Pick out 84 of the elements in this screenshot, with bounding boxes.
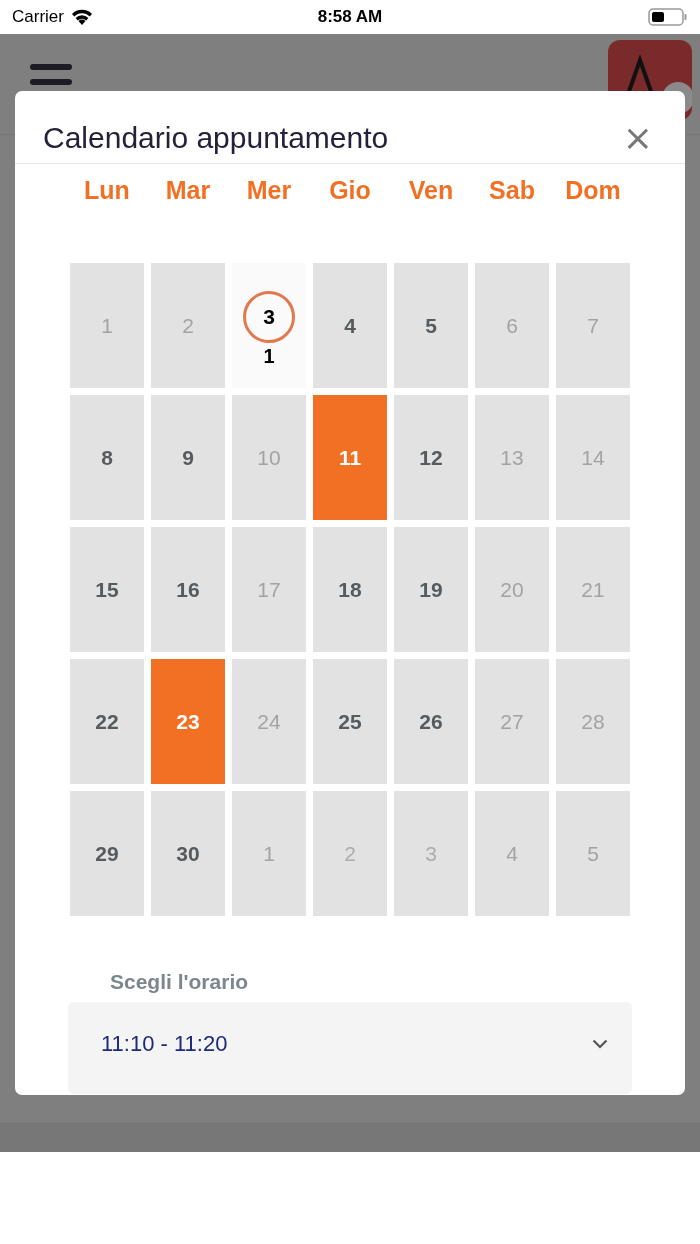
- day-number: 9: [182, 445, 194, 470]
- day-cell[interactable]: 30: [151, 791, 225, 916]
- day-number: 11: [338, 445, 362, 470]
- day-cell[interactable]: 25: [313, 659, 387, 784]
- day-number: 4: [344, 313, 356, 338]
- day-cell[interactable]: 13: [475, 395, 549, 520]
- day-number: 12: [419, 445, 443, 470]
- weekday-label: Lun: [83, 176, 131, 205]
- weekday-label: Sab: [488, 176, 536, 205]
- day-cell[interactable]: 7: [556, 263, 630, 388]
- day-cell[interactable]: 17: [232, 527, 306, 652]
- status-time: 8:58 AM: [316, 7, 384, 27]
- day-cell[interactable]: 14: [556, 395, 630, 520]
- day-cell[interactable]: 8: [70, 395, 144, 520]
- day-number: 2: [182, 313, 194, 338]
- day-number: 8: [101, 445, 113, 470]
- day-cell[interactable]: 12: [394, 395, 468, 520]
- day-cell[interactable]: 27: [475, 659, 549, 784]
- day-number: 22: [95, 709, 119, 734]
- day-cell[interactable]: 16: [151, 527, 225, 652]
- weekday-label: Mer: [245, 176, 293, 205]
- day-number: 27: [500, 709, 524, 734]
- day-cell[interactable]: 28: [556, 659, 630, 784]
- day-number: 10: [257, 445, 281, 470]
- day-number: 29: [95, 841, 119, 866]
- day-number: 28: [581, 709, 605, 734]
- carrier-label: Carrier: [12, 7, 64, 27]
- day-number: 25: [338, 709, 362, 734]
- day-number: 20: [500, 577, 524, 602]
- weekday-label: Dom: [564, 176, 622, 205]
- day-cell[interactable]: 3 1: [232, 263, 306, 388]
- day-cell[interactable]: 11: [313, 395, 387, 520]
- day-number: 7: [587, 313, 599, 338]
- day-cell[interactable]: 5: [556, 791, 630, 916]
- weekday-label: Mar: [164, 176, 212, 205]
- time-label: Scegli l'orario: [110, 970, 250, 994]
- day-cell[interactable]: 5: [394, 263, 468, 388]
- weekday-label: Ven: [407, 176, 455, 205]
- day-number: 1: [101, 313, 113, 338]
- day-cell[interactable]: 2: [151, 263, 225, 388]
- day-number: 17: [257, 577, 281, 602]
- day-cell[interactable]: 4: [313, 263, 387, 388]
- day-cell[interactable]: 9: [151, 395, 225, 520]
- today-day-number: 3: [243, 291, 295, 343]
- day-number: 5: [587, 841, 599, 866]
- battery-icon: [648, 8, 688, 26]
- dialog-title: Calendario appuntamento: [43, 121, 389, 155]
- day-cell[interactable]: 21: [556, 527, 630, 652]
- day-number: 14: [581, 445, 605, 470]
- day-cell[interactable]: 20: [475, 527, 549, 652]
- day-number: 15: [95, 577, 119, 602]
- day-number: 6: [506, 313, 518, 338]
- appointment-count: 1: [263, 345, 275, 368]
- day-number: 18: [338, 577, 362, 602]
- day-number: 19: [419, 577, 443, 602]
- day-cell[interactable]: 1: [70, 263, 144, 388]
- wifi-icon: [69, 8, 94, 26]
- day-cell[interactable]: 24: [232, 659, 306, 784]
- day-number: 26: [419, 709, 443, 734]
- day-cell[interactable]: 23: [151, 659, 225, 784]
- day-cell[interactable]: 22: [70, 659, 144, 784]
- day-cell[interactable]: 18: [313, 527, 387, 652]
- time-select[interactable]: 11:10 - 11:20: [68, 1002, 632, 1094]
- menu-icon[interactable]: [30, 64, 72, 86]
- day-cell[interactable]: 1: [232, 791, 306, 916]
- day-cell[interactable]: 4: [475, 791, 549, 916]
- chevron-down-icon: [592, 1039, 608, 1049]
- day-number: 24: [257, 709, 281, 734]
- day-cell[interactable]: 10: [232, 395, 306, 520]
- day-number: 4: [506, 841, 518, 866]
- day-number: 21: [581, 577, 605, 602]
- day-number: 5: [425, 313, 437, 338]
- day-cell[interactable]: 15: [70, 527, 144, 652]
- day-number: 30: [176, 841, 200, 866]
- day-number: 1: [263, 841, 275, 866]
- day-number: 16: [176, 577, 200, 602]
- day-number: 13: [500, 445, 524, 470]
- day-cell[interactable]: 29: [70, 791, 144, 916]
- day-cell[interactable]: 26: [394, 659, 468, 784]
- close-button[interactable]: ×: [618, 123, 657, 153]
- day-number: 23: [176, 709, 200, 734]
- day-cell[interactable]: 6: [475, 263, 549, 388]
- weekday-label: Gio: [328, 176, 372, 205]
- day-cell[interactable]: 19: [394, 527, 468, 652]
